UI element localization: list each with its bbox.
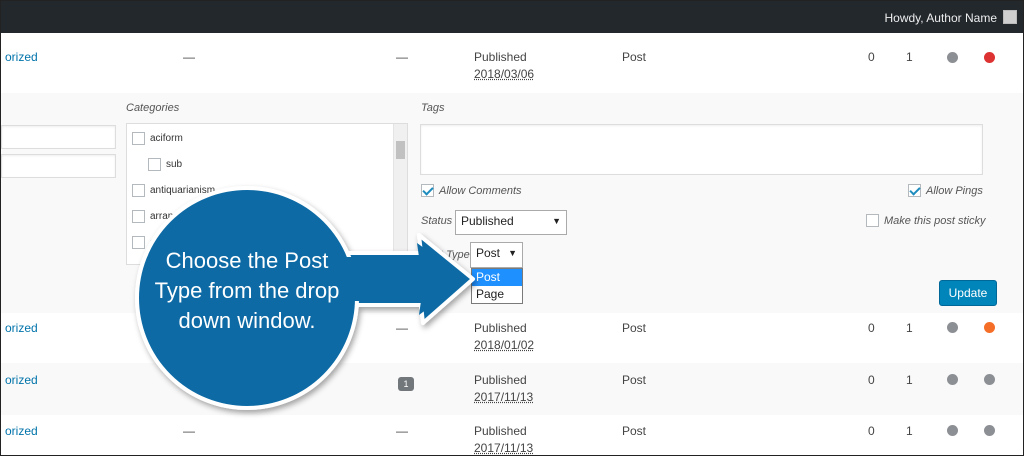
callout-text: Choose the Post Type from the drop down … xyxy=(154,248,340,333)
screen: Howdy, Author Name orized — — Published … xyxy=(0,0,1024,456)
callout-annotation xyxy=(135,186,475,410)
